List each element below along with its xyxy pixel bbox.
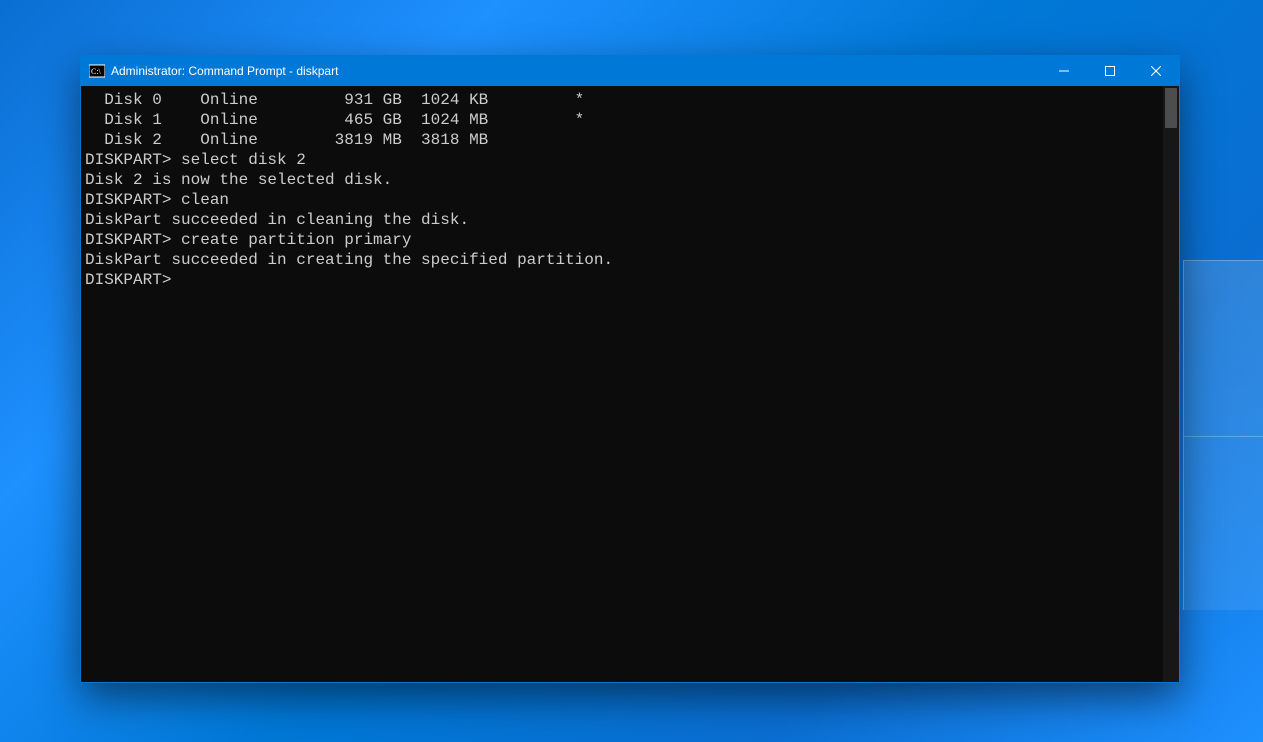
terminal-line: DiskPart succeeded in cleaning the disk. <box>85 210 1159 230</box>
terminal-line: Disk 2 Online 3819 MB 3818 MB <box>85 130 1159 150</box>
cmd-icon: C:\ <box>89 63 105 79</box>
desktop-tile-edge <box>1183 260 1263 610</box>
terminal-body[interactable]: Disk 0 Online 931 GB 1024 KB * Disk 1 On… <box>81 86 1179 682</box>
terminal-line: Disk 0 Online 931 GB 1024 KB * <box>85 90 1159 110</box>
titlebar[interactable]: C:\ Administrator: Command Prompt - disk… <box>81 56 1179 86</box>
svg-text:C:\: C:\ <box>91 67 102 76</box>
command-prompt-window: C:\ Administrator: Command Prompt - disk… <box>80 55 1180 683</box>
scrollbar-thumb[interactable] <box>1165 88 1177 128</box>
window-title: Administrator: Command Prompt - diskpart <box>111 64 1041 78</box>
terminal-line: Disk 1 Online 465 GB 1024 MB * <box>85 110 1159 130</box>
close-button[interactable] <box>1133 56 1179 86</box>
maximize-button[interactable] <box>1087 56 1133 86</box>
terminal-line: DISKPART> <box>85 270 1159 290</box>
terminal-line: DISKPART> clean <box>85 190 1159 210</box>
terminal-line: Disk 2 is now the selected disk. <box>85 170 1159 190</box>
terminal-line: DiskPart succeeded in creating the speci… <box>85 250 1159 270</box>
terminal-line: DISKPART> create partition primary <box>85 230 1159 250</box>
scrollbar[interactable] <box>1163 86 1179 682</box>
minimize-button[interactable] <box>1041 56 1087 86</box>
terminal-line: DISKPART> select disk 2 <box>85 150 1159 170</box>
window-controls <box>1041 56 1179 86</box>
terminal-output[interactable]: Disk 0 Online 931 GB 1024 KB * Disk 1 On… <box>81 86 1163 682</box>
